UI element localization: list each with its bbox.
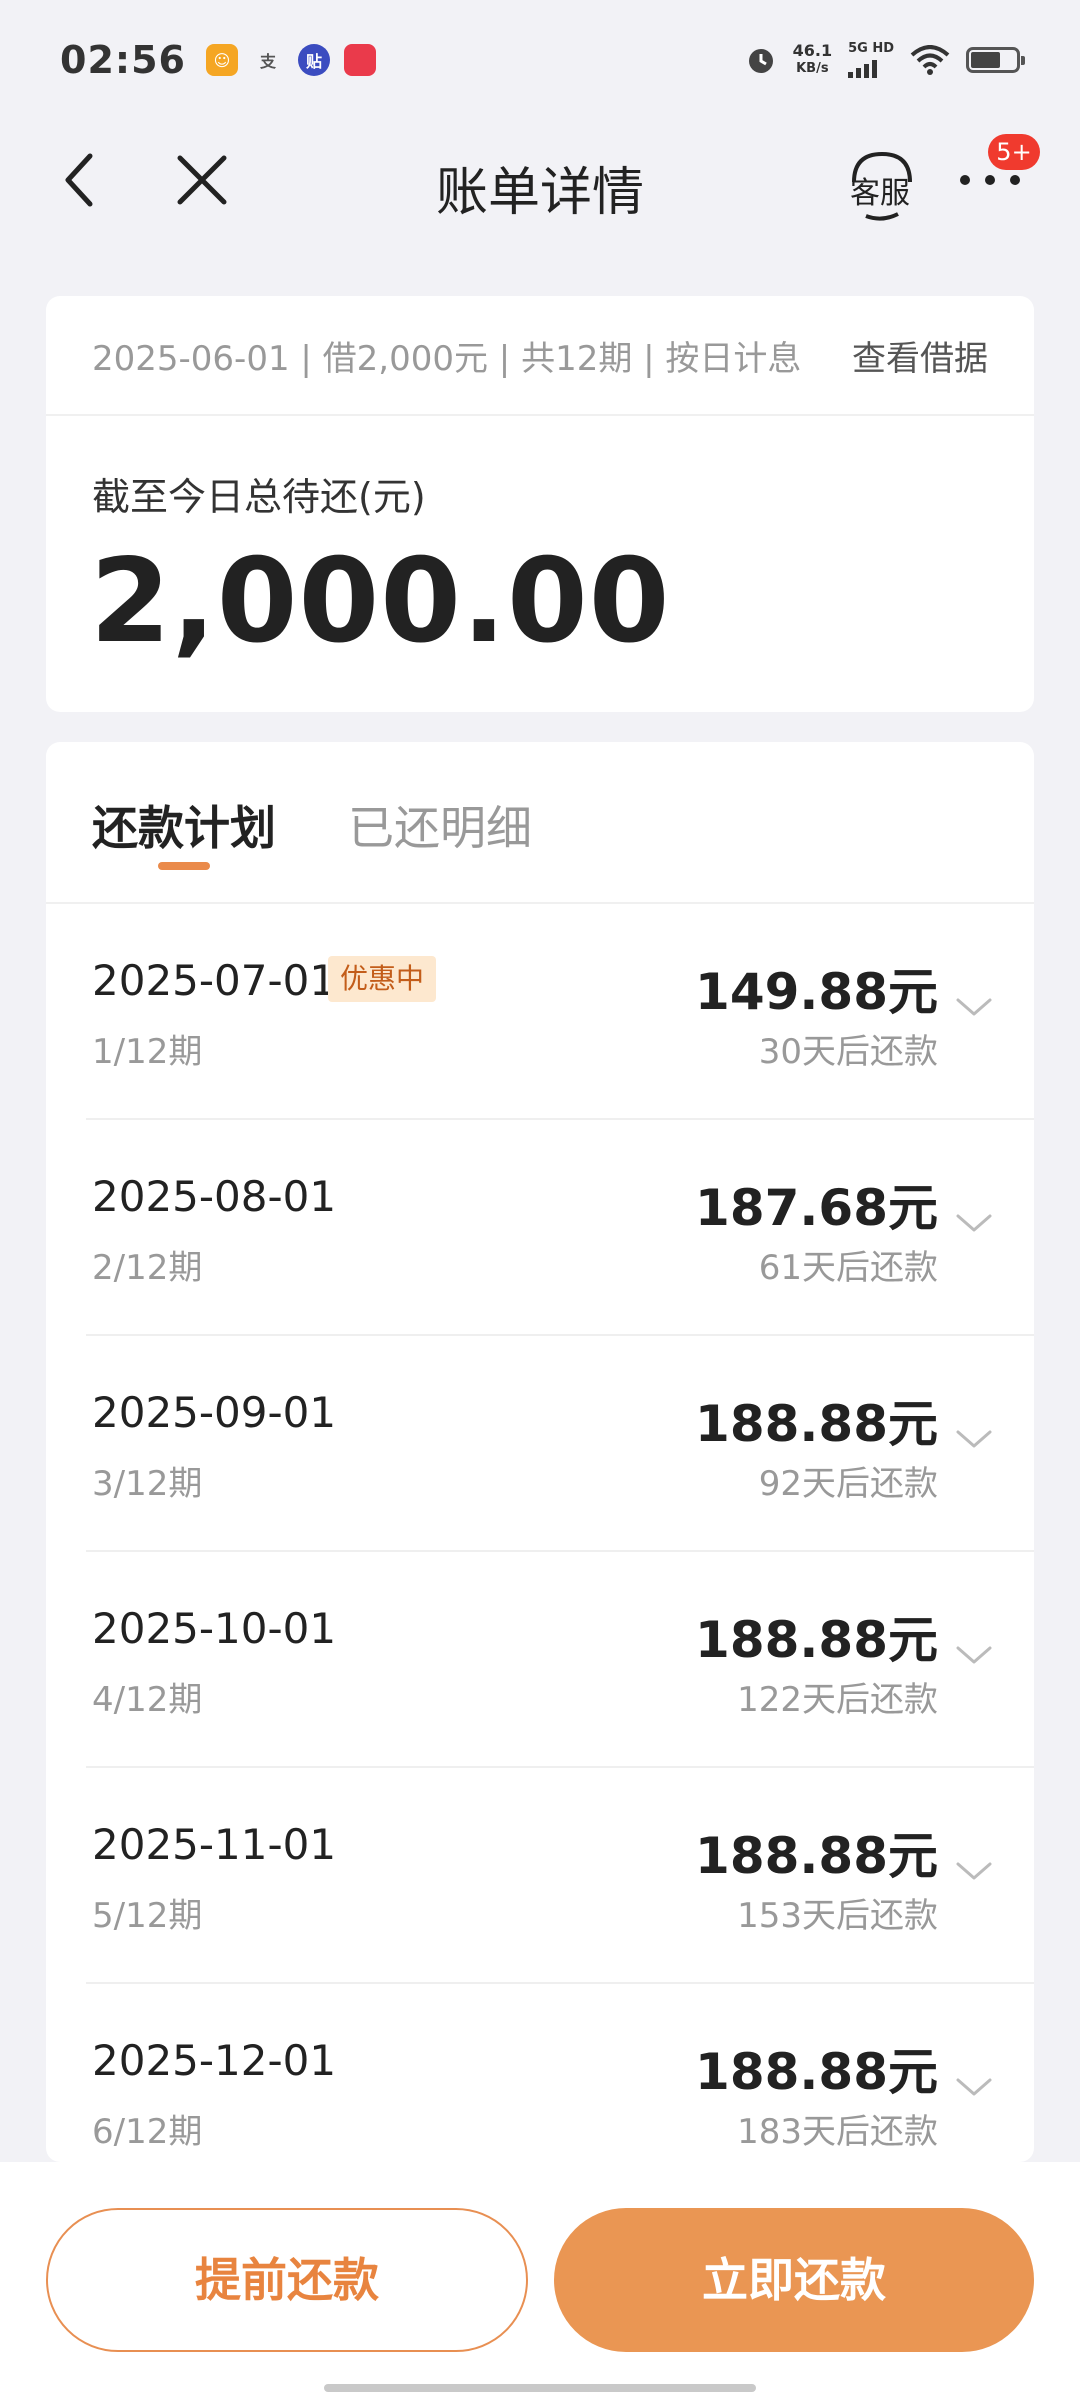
xiaohongshu-icon — [343, 44, 376, 76]
app-icon-3: 贴 — [297, 44, 330, 76]
plan-date: 2025-12-01 — [92, 2036, 337, 2085]
plan-amount: 188.88元 — [695, 2043, 938, 2101]
total-due-amount: 2,000.00 — [90, 534, 671, 669]
net-speed: 46.1 KB/s — [792, 41, 833, 77]
plan-date: 2025-11-01 — [92, 1820, 337, 1869]
chevron-down-icon[interactable] — [954, 2076, 994, 2100]
tab-paid-details[interactable]: 已还明细 — [348, 792, 532, 858]
prepay-button[interactable]: 提前还款 — [46, 2208, 528, 2352]
total-due-label: 截至今日总待还(元) — [92, 475, 426, 519]
plan-due-countdown: 92天后还款 — [758, 1464, 938, 1504]
status-app-icons: ☺ 支 贴 — [205, 44, 376, 76]
plan-item[interactable]: 2025-11-01 5/12期 188.88元 153天后还款 — [46, 1768, 1034, 1984]
wifi-icon — [910, 45, 950, 75]
active-tab-indicator — [158, 862, 210, 870]
plan-item[interactable]: 2025-07-01 优惠中 1/12期 149.88元 30天后还款 — [46, 904, 1034, 1120]
status-time: 02:56 — [60, 38, 186, 82]
plan-amount: 187.68元 — [695, 1179, 938, 1237]
status-bar: 02:56 ☺ 支 贴 46.1 KB/s 5G HD — [0, 0, 1080, 120]
status-indicators: 46.1 KB/s 5G HD — [745, 41, 1025, 78]
plan-date: 2025-07-01 — [92, 956, 337, 1005]
app-icon-1: ☺ — [205, 44, 238, 76]
alipay-icon: 支 — [259, 52, 276, 71]
plan-item[interactable]: 2025-10-01 4/12期 188.88元 122天后还款 — [46, 1552, 1034, 1768]
tab-bar: 还款计划 已还明细 — [46, 742, 1034, 904]
plan-period: 1/12期 — [92, 1032, 203, 1072]
alarm-icon — [748, 49, 773, 73]
chevron-down-icon[interactable] — [954, 1428, 994, 1452]
repay-now-button[interactable]: 立即还款 — [554, 2208, 1034, 2352]
chevron-down-icon[interactable] — [954, 1644, 994, 1668]
plan-date: 2025-08-01 — [92, 1172, 337, 1221]
signal-icon — [848, 56, 894, 78]
plan-amount: 188.88元 — [695, 1395, 938, 1453]
plan-date: 2025-09-01 — [92, 1388, 337, 1437]
plan-item[interactable]: 2025-08-01 2/12期 187.68元 61天后还款 — [46, 1120, 1034, 1336]
plan-due-countdown: 30天后还款 — [758, 1032, 938, 1072]
page-title: 账单详情 — [435, 163, 644, 223]
plan-amount: 188.88元 — [695, 1611, 938, 1669]
loan-info-row: 2025-06-01 | 借2,000元 | 共12期 | 按日计息 查看借据 — [46, 296, 1034, 416]
plan-due-countdown: 153天后还款 — [737, 1896, 938, 1936]
chevron-down-icon[interactable] — [954, 1212, 994, 1236]
loan-info: 2025-06-01 | 借2,000元 | 共12期 | 按日计息 — [92, 338, 802, 379]
plan-period: 4/12期 — [92, 1680, 203, 1720]
loan-summary-card: 2025-06-01 | 借2,000元 | 共12期 | 按日计息 查看借据 … — [46, 296, 1034, 712]
plan-item[interactable]: 2025-12-01 6/12期 188.88元 183天后还款 — [46, 1984, 1034, 2162]
customer-service-button[interactable]: 客服 — [848, 150, 916, 222]
repayment-plan-card: 还款计划 已还明细 2025-07-01 优惠中 1/12期 149.88元 30天后还… — [46, 742, 1034, 2162]
chevron-down-icon[interactable] — [954, 996, 994, 1020]
plan-due-countdown: 183天后还款 — [737, 2112, 938, 2152]
network-indicator: 5G HD — [848, 42, 894, 78]
plan-amount: 188.88元 — [695, 1827, 938, 1885]
plan-due-countdown: 61天后还款 — [758, 1248, 938, 1288]
plan-period: 3/12期 — [92, 1464, 203, 1504]
battery-icon — [966, 47, 1025, 73]
tab-repayment-plan[interactable]: 还款计划 — [92, 792, 276, 858]
notification-badge: 5+ — [988, 134, 1040, 170]
nav-bar: 账单详情 客服 5+ — [0, 120, 1080, 240]
plan-list: 2025-07-01 优惠中 1/12期 149.88元 30天后还款 2025-08-0… — [46, 904, 1034, 2162]
discount-badge: 优惠中 — [328, 956, 437, 1002]
plan-due-countdown: 122天后还款 — [737, 1680, 938, 1720]
view-contract-link[interactable]: 查看借据 — [852, 331, 988, 380]
plan-amount: 149.88元 — [695, 963, 938, 1021]
plan-item[interactable]: 2025-09-01 3/12期 188.88元 92天后还款 — [46, 1336, 1034, 1552]
plan-period: 6/12期 — [92, 2112, 203, 2152]
plan-period: 2/12期 — [92, 1248, 203, 1288]
home-indicator[interactable] — [324, 2384, 756, 2392]
customer-service-label: 客服 — [850, 176, 910, 211]
plan-date: 2025-10-01 — [92, 1604, 337, 1653]
chevron-down-icon[interactable] — [954, 1860, 994, 1884]
bottom-action-bar: 提前还款 立即还款 — [0, 2162, 1080, 2400]
plan-period: 5/12期 — [92, 1896, 203, 1936]
